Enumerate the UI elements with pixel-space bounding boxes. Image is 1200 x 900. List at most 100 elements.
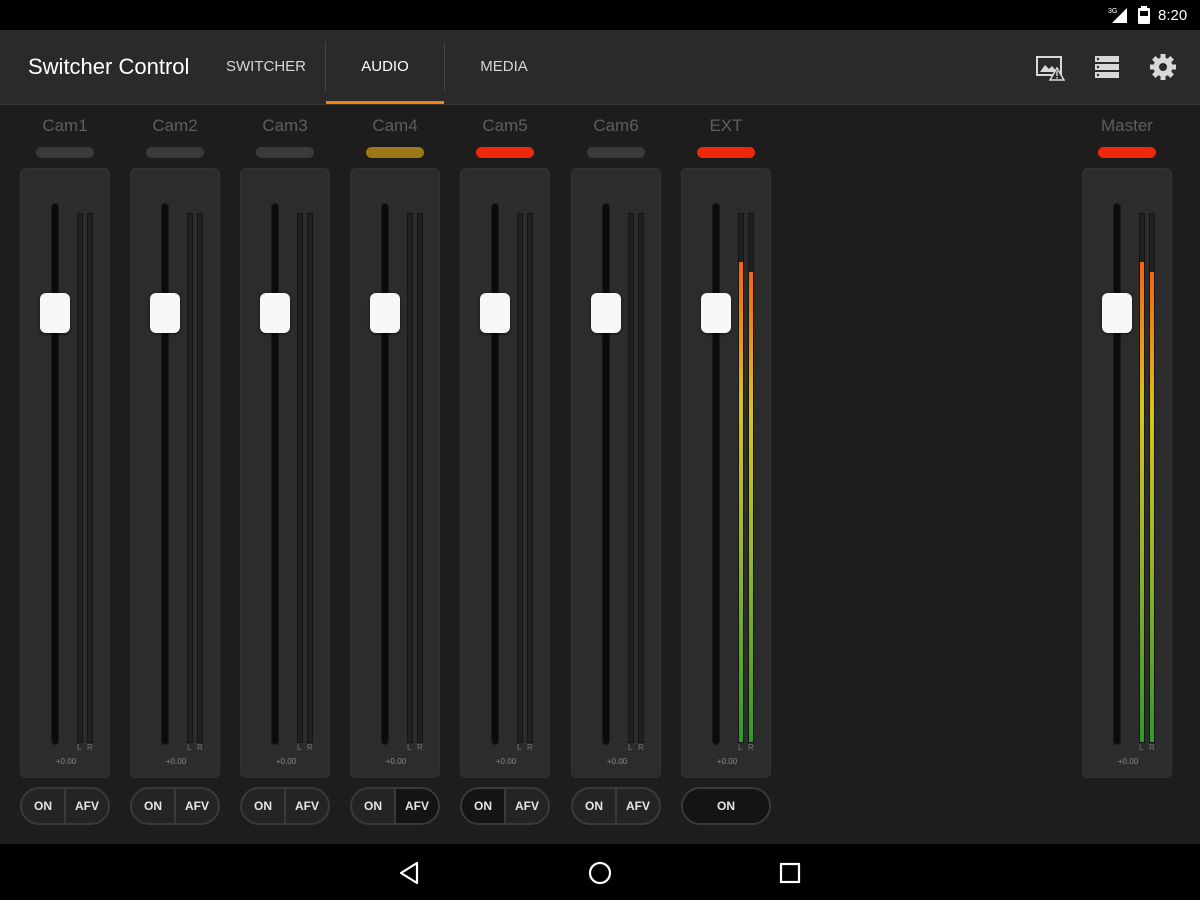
tally-light-cam3 [256,147,314,158]
afv-button[interactable]: AFV [504,789,548,823]
afv-button[interactable]: AFV [284,789,328,823]
meter-label-left: L [407,743,412,752]
gain-readout: +0.00 [1117,757,1139,766]
meter-label-right: R [638,743,644,752]
meter-label-left: L [628,743,633,752]
fader-knob-cam4[interactable] [370,293,400,334]
fader-knob-cam5[interactable] [480,293,510,334]
level-meter-left [187,213,193,743]
channel-strip-master: L R +0.00 [1082,168,1172,778]
channel-label-master: Master [1101,116,1153,135]
button-group-cam3: ON AFV [240,787,330,825]
tab-switcher[interactable]: SWITCHER [218,30,314,104]
back-icon[interactable] [397,860,423,886]
status-bar: 3G 8:20 [0,0,1200,30]
meter-label-left: L [517,743,522,752]
afv-button[interactable]: AFV [174,789,218,823]
level-meter-right [1149,213,1155,743]
level-meter-right [87,213,93,743]
fader-track [602,203,610,745]
fader-knob-cam3[interactable] [260,293,290,334]
tally-light-cam4 [366,147,424,158]
gain-readout: +0.00 [165,757,187,766]
level-meter-left [628,213,634,743]
channel-label-cam4: Cam4 [372,116,418,135]
fader-track [381,203,389,745]
button-group-ext: ON [681,787,771,825]
meter-label-right: R [748,743,754,752]
fader-track [161,203,169,745]
tab-media[interactable]: MEDIA [445,30,563,104]
tally-light-ext [697,147,755,158]
channel-label-cam6: Cam6 [593,116,639,135]
channel-label-cam3: Cam3 [262,116,308,135]
gain-readout: +0.00 [385,757,407,766]
meter-fill [1140,261,1144,742]
level-meter-left [738,213,744,743]
channel-label-cam1: Cam1 [42,116,88,135]
channel-strip-cam1: L R +0.00 [20,168,110,778]
channel-strip-ext: L R +0.00 [681,168,771,778]
fader-track [712,203,720,745]
network-label: 3G [1108,8,1117,15]
recents-icon[interactable] [777,860,803,886]
meter-fill [1150,272,1154,742]
channel-label-ext: EXT [709,116,743,135]
afv-button[interactable]: AFV [64,789,108,823]
level-meter-left [297,213,303,743]
fader-knob-ext[interactable] [701,293,731,334]
list-icon[interactable] [1092,52,1122,82]
gain-readout: +0.00 [275,757,297,766]
meter-label-left: L [738,743,743,752]
level-meter-right [748,213,754,743]
app-bar: Switcher Control SWITCHER AUDIO MEDIA [0,30,1200,105]
nav-bar [0,844,1200,900]
level-meter-right [638,213,644,743]
gain-readout: +0.00 [716,757,738,766]
level-meter-right [197,213,203,743]
fader-knob-cam1[interactable] [40,293,70,334]
fader-knob-cam2[interactable] [150,293,180,334]
tally-light-cam2 [146,147,204,158]
tally-light-master [1098,147,1156,158]
afv-button[interactable]: AFV [615,789,659,823]
fader-track [51,203,59,745]
tally-light-cam5 [476,147,534,158]
level-meter-right [307,213,313,743]
level-meter-left [77,213,83,743]
channel-strip-cam3: L R +0.00 [240,168,330,778]
level-meter-left [407,213,413,743]
button-group-cam1: ON AFV [20,787,110,825]
gain-readout: +0.00 [495,757,517,766]
app-title: Switcher Control [28,54,190,79]
on-button[interactable]: ON [683,789,769,823]
on-button[interactable]: ON [22,789,64,823]
fader-track [491,203,499,745]
level-meter-left [1139,213,1145,743]
on-button[interactable]: ON [242,789,284,823]
status-time: 8:20 [1158,7,1188,24]
on-button[interactable]: ON [462,789,504,823]
meter-fill [749,272,753,742]
meter-label-left: L [77,743,82,752]
fader-knob-master[interactable] [1102,293,1132,334]
button-group-cam2: ON AFV [130,787,220,825]
meter-label-right: R [87,743,93,752]
fader-track [271,203,279,745]
gear-icon[interactable] [1148,52,1178,82]
channel-strip-cam5: L R +0.00 [460,168,550,778]
multiview-icon[interactable] [1035,52,1065,82]
tally-light-cam6 [587,147,645,158]
on-button[interactable]: ON [573,789,615,823]
tally-light-cam1 [36,147,94,158]
tab-audio[interactable]: AUDIO [326,30,444,104]
button-group-cam5: ON AFV [460,787,550,825]
meter-fill [739,261,743,742]
fader-knob-cam6[interactable] [591,293,621,334]
on-button[interactable]: ON [132,789,174,823]
battery-icon [1138,6,1150,24]
on-button[interactable]: ON [352,789,394,823]
afv-button[interactable]: AFV [394,789,438,823]
home-icon[interactable] [587,860,613,886]
channel-strip-cam2: L R +0.00 [130,168,220,778]
